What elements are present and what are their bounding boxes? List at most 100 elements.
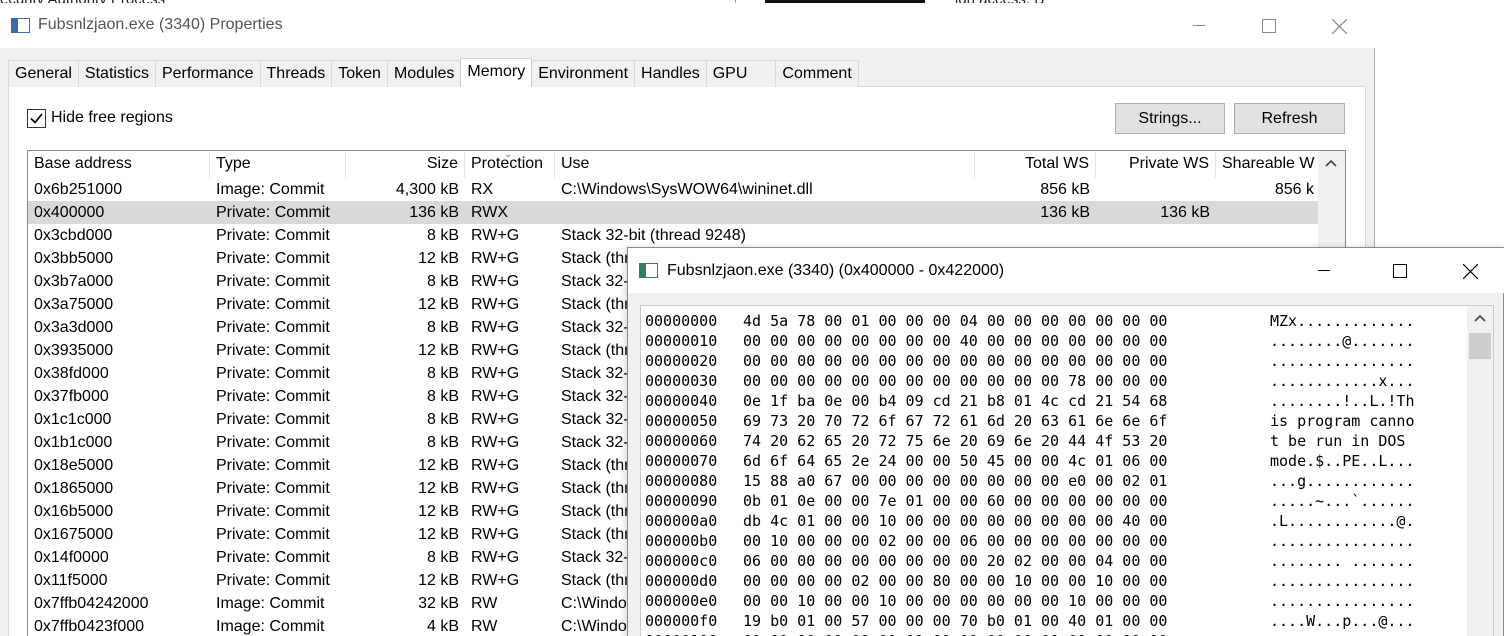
cell-size: 4,300 kB (395, 181, 459, 198)
cell-size: 12 kB (418, 572, 459, 589)
hex-ascii: ............x... (1270, 372, 1415, 390)
hex-dump-view[interactable]: 00000000 4d 5a 78 00 01 00 00 00 04 00 00… (640, 305, 1494, 636)
hex-offset: 00000010 (645, 332, 718, 350)
hex-dump-lines: 00000000 4d 5a 78 00 01 00 00 00 04 00 00… (645, 311, 1450, 636)
tab-comment[interactable]: Comment (775, 60, 859, 87)
hide-free-regions-label[interactable]: Hide free regions (51, 109, 173, 127)
hex-bytes: 00 00 00 00 00 00 00 00 40 00 00 00 00 0… (743, 332, 1168, 350)
cell-type: Private: Commit (216, 342, 330, 359)
tab-threads[interactable]: Threads (259, 60, 333, 87)
tab-handles[interactable]: Handles (634, 60, 707, 87)
column-header-base-address[interactable]: Base address (28, 151, 210, 178)
cell-use: C:\Windows\SysWOW64\wininet.dll (561, 181, 813, 198)
table-header: Base address Type Size Protection Use To… (28, 151, 1328, 178)
chevron-up-icon[interactable] (1474, 314, 1486, 322)
process-window-icon (639, 263, 658, 278)
hex-offset: 000000d0 (645, 572, 718, 590)
cell-type: Private: Commit (216, 503, 330, 520)
cell-total-ws: 856 kB (1040, 181, 1090, 198)
chevron-up-icon[interactable] (1325, 159, 1337, 167)
cell-size: 8 kB (426, 434, 459, 451)
close-button[interactable] (1319, 13, 1359, 39)
hex-ascii: ........!..L.!Th (1270, 392, 1415, 410)
hex-close-button[interactable] (1450, 258, 1490, 284)
tab-general[interactable]: General (8, 60, 79, 87)
cell-total-ws (975, 224, 1096, 247)
tab-memory[interactable]: Memory (460, 58, 533, 87)
cell-base-address: 0x3cbd000 (34, 227, 113, 244)
hex-line: 000000e0 00 00 10 00 00 10 00 00 00 00 00… (645, 591, 1450, 611)
hex-bytes: 00 00 10 00 00 10 00 00 00 00 00 00 10 0… (743, 592, 1168, 610)
cell-size: 4 kB (426, 618, 459, 635)
hex-ascii: MZx............. (1270, 312, 1415, 330)
cell-base-address: 0x16b5000 (34, 503, 114, 520)
hex-line: 000000d0 00 00 00 00 02 00 00 80 00 00 10… (645, 571, 1450, 591)
hex-bytes: 0b 01 0e 00 00 7e 01 00 00 60 00 00 00 0… (743, 492, 1168, 510)
cell-base-address: 0x7ffb0423f000 (34, 618, 145, 635)
hex-maximize-button[interactable] (1380, 258, 1420, 284)
cell-type: Private: Commit (216, 365, 330, 382)
cell-shareable-ws: 856 k (1274, 181, 1314, 198)
table-row[interactable]: 0x6b251000 Image: Commit 4,300 kB RX C:\Wind… (28, 178, 1320, 201)
hex-viewer-titlebar[interactable]: Fubsnlzjaon.exe (3340) (0x400000 - 0x422… (628, 248, 1504, 293)
cell-protection: RW (471, 618, 498, 635)
cell-base-address: 0x1675000 (34, 526, 114, 543)
tab-modules[interactable]: Modules (386, 60, 462, 87)
tab-token[interactable]: Token (331, 60, 388, 87)
tab-statistics[interactable]: Statistics (77, 60, 156, 87)
hex-ascii: t be run in DOS (1270, 432, 1415, 450)
hex-offset: 00000100 (645, 631, 743, 636)
cell-protection: RW+G (471, 549, 520, 566)
hex-bytes: 69 73 20 70 72 6f 67 72 61 6d 20 63 61 6… (743, 412, 1168, 430)
column-header-type[interactable]: Type (210, 151, 346, 178)
cell-size: 32 kB (418, 595, 459, 612)
cell-protection: RW+G (471, 250, 520, 267)
tab-environment[interactable]: Environment (531, 60, 636, 87)
cell-size: 12 kB (418, 296, 459, 313)
hex-vertical-scrollbar[interactable] (1467, 306, 1493, 636)
column-header-size[interactable]: Size (346, 151, 465, 178)
cell-protection: RW+G (471, 365, 520, 382)
hex-line: 000000f0 19 b0 01 00 57 00 00 00 70 b0 01… (645, 611, 1450, 631)
column-header-total-ws[interactable]: Total WS (975, 151, 1096, 178)
refresh-button[interactable]: Refresh (1234, 103, 1345, 134)
minimize-button[interactable] (1179, 13, 1219, 39)
close-icon (1462, 263, 1478, 279)
hex-bytes: 74 20 62 65 20 72 75 6e 20 69 6e 20 44 4… (743, 432, 1168, 450)
tab-performance[interactable]: Performance (154, 60, 261, 87)
sort-indicator-icon: ⌄ (504, 150, 513, 160)
cell-size: 12 kB (418, 526, 459, 543)
cell-protection: RWX (471, 204, 509, 221)
properties-titlebar[interactable]: Fubsnlzjaon.exe (3340) Properties (0, 3, 1375, 48)
strings-button[interactable]: Strings... (1115, 103, 1225, 134)
hide-free-regions-checkbox[interactable] (27, 109, 46, 128)
cell-type: Image: Commit (216, 181, 325, 198)
window-title: Fubsnlzjaon.exe (3340) Properties (38, 16, 283, 33)
maximize-icon (1262, 19, 1276, 33)
maximize-button[interactable] (1249, 13, 1289, 39)
hex-ascii: ....W...p...@... (1270, 612, 1415, 630)
cell-base-address: 0x37fb000 (34, 388, 109, 405)
column-header-private-ws[interactable]: Private WS (1096, 151, 1216, 178)
hex-ascii: ........@....... (1270, 332, 1415, 350)
cell-base-address: 0x400000 (34, 204, 105, 221)
hex-bytes: 00 00 00 00 02 00 00 80 00 00 10 00 00 1… (743, 572, 1168, 590)
hex-bytes: 00 10 00 00 00 02 00 00 06 00 00 00 00 0… (743, 532, 1168, 550)
cell-size: 12 kB (418, 480, 459, 497)
column-header-use[interactable]: Use (555, 151, 975, 178)
table-row[interactable]: 0x3cbd000 Private: Commit 8 kB RW+G Stack 32… (28, 224, 1320, 247)
tab-gpu[interactable]: GPU (705, 60, 777, 87)
hex-scroll-thumb[interactable] (1469, 333, 1491, 359)
hex-minimize-button[interactable] (1304, 258, 1344, 284)
table-row[interactable]: 0x400000 Private: Commit 136 kB RWX 136 kB 13… (28, 201, 1320, 224)
cell-type: Private: Commit (216, 572, 330, 589)
hex-line: 00000030 00 00 00 00 00 00 00 00 00 00 00… (645, 371, 1450, 391)
hex-ascii: .....~...`...... (1270, 492, 1415, 510)
cell-base-address: 0x3a3d000 (34, 319, 114, 336)
cell-base-address: 0x1b1c000 (34, 434, 113, 451)
column-header-shareable-ws[interactable]: Shareable W (1216, 151, 1320, 178)
hex-line: 00000010 00 00 00 00 00 00 00 00 40 00 00… (645, 331, 1450, 351)
hex-line: 00000070 6d 6f 64 65 2e 24 00 00 50 45 00… (645, 451, 1450, 471)
hex-ascii: is program canno (1270, 412, 1415, 430)
hex-offset: 000000a0 (645, 512, 718, 530)
